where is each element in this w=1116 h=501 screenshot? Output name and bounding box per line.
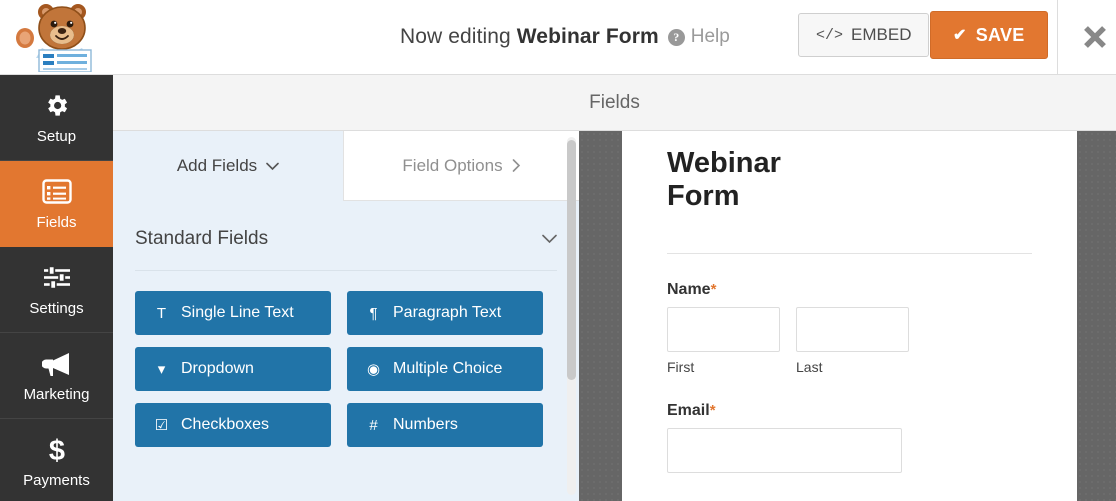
sidebar-item-label: Payments: [23, 471, 90, 489]
standard-fields-title: Standard Fields: [135, 228, 269, 249]
help-link[interactable]: ? Help: [667, 26, 730, 48]
sidebar-item-settings[interactable]: Settings: [0, 247, 113, 333]
form-name: Webinar Form: [516, 25, 659, 48]
field-button-label: Checkboxes: [181, 416, 270, 433]
gear-icon: [43, 91, 70, 121]
chevron-right-icon: [512, 159, 520, 172]
field-button-dropdown[interactable]: ▾ Dropdown: [135, 347, 331, 391]
top-bar: Now editing Webinar Form ? Help </> EMBE…: [0, 0, 1116, 75]
field-button-single-line-text[interactable]: T Single Line Text: [135, 291, 331, 335]
help-label: Help: [690, 26, 730, 47]
svg-text:$: $: [48, 435, 64, 465]
name-inputs-row: First Last: [667, 306, 1077, 375]
text-cursor-icon: T: [156, 304, 167, 322]
last-name-input[interactable]: [796, 306, 909, 352]
first-name-input[interactable]: [667, 306, 780, 352]
sidebar-item-setup[interactable]: Setup: [0, 75, 113, 161]
topbar-divider: [1057, 0, 1058, 74]
sidebar-item-label: Marketing: [23, 385, 90, 403]
panel-header: Fields: [113, 75, 1116, 131]
field-button-label: Dropdown: [181, 360, 254, 377]
megaphone-icon: [41, 349, 72, 379]
close-x-icon: [1084, 26, 1106, 48]
sidebar-item-marketing[interactable]: Marketing: [0, 333, 113, 419]
editing-title-block: Now editing Webinar Form ? Help: [400, 0, 730, 74]
preview-gutter-right: [1077, 131, 1116, 501]
paragraph-icon: ¶: [369, 304, 378, 322]
field-button-paragraph-text[interactable]: ¶ Paragraph Text: [347, 291, 543, 335]
save-label: SAVE: [975, 24, 1025, 45]
tab-field-options[interactable]: Field Options: [343, 131, 579, 201]
chevron-down-icon: [266, 162, 279, 170]
form-preview: Webinar Form Name* First Last Email*: [622, 131, 1077, 501]
preview-gutter-left: [579, 131, 622, 501]
panel-tabs: Add Fields Field Options: [113, 131, 579, 201]
chevron-down-icon: [542, 234, 557, 244]
email-input[interactable]: [667, 427, 902, 473]
sidebar-item-label: Fields: [36, 213, 77, 231]
first-name-sublabel: First: [667, 358, 695, 375]
preview-field-name-text: Name: [667, 280, 711, 298]
radio-button-icon: ◉: [366, 361, 381, 378]
page-title: Now editing Webinar Form: [400, 25, 659, 49]
form-list-icon: [41, 177, 72, 207]
panel-header-title: Fields: [589, 91, 640, 113]
sliders-icon: [43, 263, 71, 293]
check-icon: ✔: [953, 27, 967, 44]
code-brackets-icon: </>: [816, 26, 844, 44]
field-button-label: Multiple Choice: [393, 360, 503, 377]
hash-icon: #: [369, 416, 378, 434]
preview-title-divider: [667, 252, 1032, 254]
field-button-numbers[interactable]: # Numbers: [347, 403, 543, 447]
embed-label: EMBED: [851, 25, 912, 44]
section-divider: [135, 270, 557, 271]
standard-fields-grid: T Single Line Text ¶ Paragraph Text ▾ Dr…: [135, 291, 557, 447]
preview-field-name[interactable]: Name* First Last: [667, 281, 1077, 375]
dropdown-icon: ▾: [157, 361, 166, 378]
field-button-checkboxes[interactable]: ☑ Checkboxes: [135, 403, 331, 447]
embed-button[interactable]: </> EMBED: [798, 13, 930, 57]
name-first-col: First: [667, 306, 780, 375]
sidebar-item-fields[interactable]: Fields: [0, 161, 113, 247]
tab-add-fields-label: Add Fields: [176, 156, 258, 175]
sidebar-item-label: Settings: [29, 299, 84, 317]
checkbox-icon: ☑: [154, 417, 169, 434]
mascot-bear-icon: [15, 4, 92, 72]
wpforms-logo[interactable]: [0, 0, 113, 74]
form-builder-app: Now editing Webinar Form ? Help </> EMBE…: [0, 0, 1116, 501]
preview-field-email-text: Email: [667, 401, 710, 419]
standard-fields-section-header[interactable]: Standard Fields: [135, 228, 557, 250]
panel-scrollbar-thumb[interactable]: [567, 140, 576, 380]
preview-field-name-label: Name*: [667, 281, 1077, 299]
add-fields-panel: Add Fields Field Options Standard Fields…: [113, 131, 579, 501]
sidebar-item-label: Setup: [36, 127, 77, 145]
editing-prefix: Now editing: [400, 25, 517, 48]
required-asterisk: *: [709, 401, 716, 419]
tab-field-options-label: Field Options: [402, 155, 503, 175]
close-button[interactable]: [1076, 18, 1114, 56]
last-name-sublabel: Last: [796, 358, 823, 375]
sidebar-nav: Setup Fields Settings Marketing $ Paymen…: [0, 75, 113, 501]
save-button[interactable]: ✔ SAVE: [930, 11, 1048, 59]
required-asterisk: *: [710, 280, 717, 298]
field-button-label: Numbers: [393, 416, 458, 433]
field-button-label: Paragraph Text: [393, 304, 502, 321]
preview-field-email[interactable]: Email*: [667, 402, 1077, 473]
name-last-col: Last: [796, 306, 909, 375]
preview-form-title: Webinar Form: [667, 147, 781, 213]
tab-add-fields[interactable]: Add Fields: [113, 131, 343, 201]
field-button-multiple-choice[interactable]: ◉ Multiple Choice: [347, 347, 543, 391]
dollar-sign-icon: $: [46, 435, 68, 465]
sidebar-item-payments[interactable]: $ Payments: [0, 419, 113, 501]
field-button-label: Single Line Text: [181, 304, 294, 321]
preview-field-email-label: Email*: [667, 402, 1077, 420]
question-circle-icon: ?: [667, 28, 685, 46]
